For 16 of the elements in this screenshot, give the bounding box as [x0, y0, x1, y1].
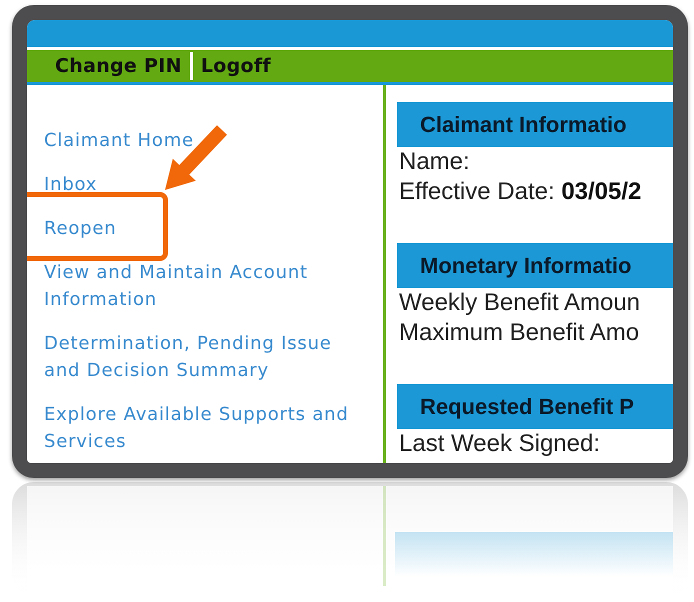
sidebar-link[interactable]: View and Maintain Account Information: [44, 259, 374, 313]
sidebar-link[interactable]: Inbox: [44, 171, 374, 198]
nav-link[interactable]: Change PIN: [49, 55, 188, 77]
field-label: Effective Date: 03/05/2: [398, 177, 642, 207]
field-label: Maximum Benefit Amo: [398, 318, 640, 348]
sidebar-link[interactable]: Determination, Pending Issue and Decision Summary: [44, 330, 374, 384]
section-header: Claimant Informatio: [397, 102, 673, 147]
section-header: Monetary Informatio: [397, 243, 673, 288]
sidebar-link[interactable]: Explore Available Supports and Services: [44, 401, 374, 455]
nav-link[interactable]: Logoff: [194, 55, 277, 77]
field-label: Last Week Signed:: [398, 429, 602, 459]
section-header: Requested Benefit P: [397, 384, 673, 429]
sidebar-link[interactable]: Claimant Home: [44, 127, 374, 154]
field-label: Name:: [398, 147, 471, 177]
field-label: Weekly Benefit Amoun: [398, 288, 642, 318]
sidebar-link[interactable]: Reopen: [44, 215, 374, 242]
